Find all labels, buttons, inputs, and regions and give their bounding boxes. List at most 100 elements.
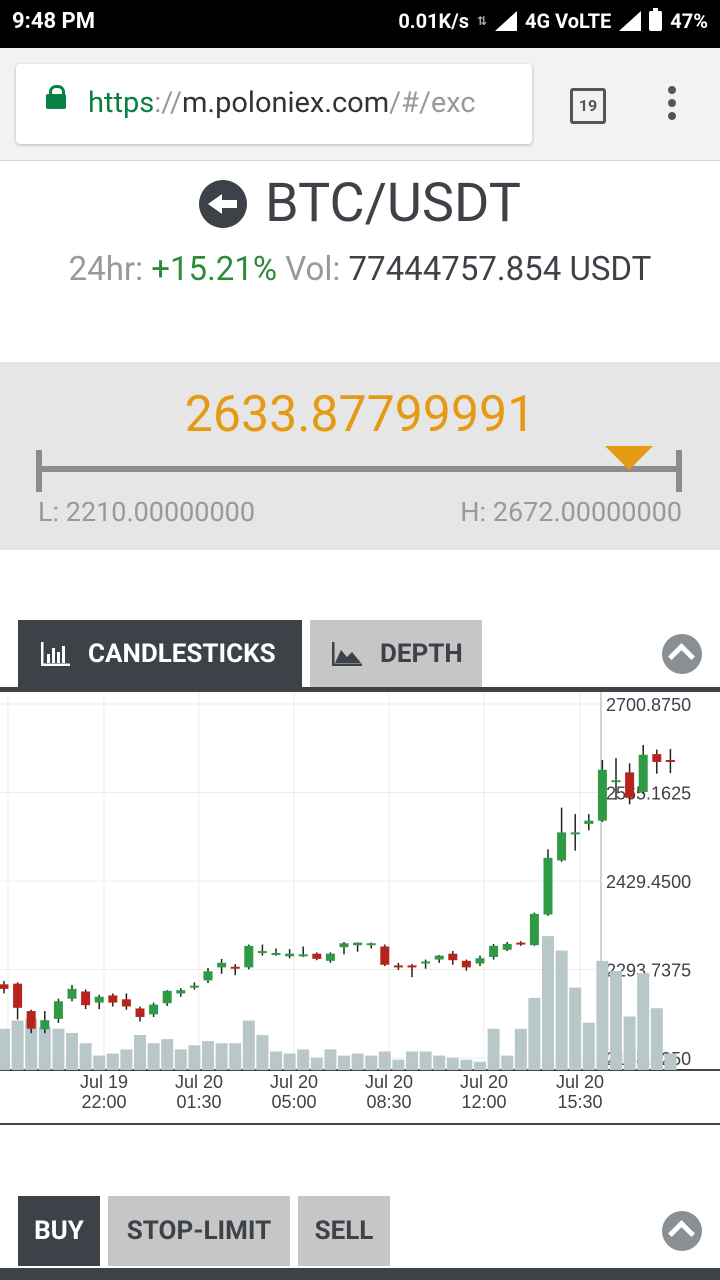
tab-switcher-button[interactable]: 19 <box>570 88 606 124</box>
volume-bar <box>270 1051 282 1070</box>
x-tick-date: Jul 20 <box>175 1072 223 1092</box>
volume-bar <box>501 1055 514 1070</box>
market-header: BTC/USDT <box>0 172 720 242</box>
candle-body <box>570 832 580 835</box>
collapse-chart-icon[interactable] <box>662 634 702 674</box>
candle-body <box>176 990 186 994</box>
candle-body <box>597 769 607 821</box>
url-host: m.poloniex.com <box>182 86 390 120</box>
candle-body <box>380 946 390 965</box>
y-tick-label: 2565.1625 <box>606 784 691 804</box>
volume-bar <box>582 1022 595 1070</box>
x-tick-time: 05:00 <box>271 1092 316 1112</box>
candle-body <box>312 953 322 959</box>
bottom-border <box>0 1268 720 1280</box>
candle-body <box>0 984 9 989</box>
y-tick-label: 2700.8750 <box>606 695 691 715</box>
change-value: +15.21% <box>151 250 278 289</box>
candle-body <box>298 954 308 957</box>
tab-sell[interactable]: SELL <box>298 1196 390 1266</box>
overflow-menu-icon[interactable] <box>668 86 678 125</box>
day-range-bar <box>38 466 682 472</box>
tab-candlesticks-label: CANDLESTICKS <box>88 639 276 669</box>
volume-bar <box>637 973 650 1070</box>
volume-bar <box>623 1016 636 1070</box>
candle-body <box>475 958 485 964</box>
candle-body <box>529 913 539 946</box>
candle-body <box>584 820 594 824</box>
candle-body <box>53 1001 63 1019</box>
x-tick-time: 01:30 <box>176 1092 221 1112</box>
x-tick-date: Jul 20 <box>365 1072 413 1092</box>
volume-bar <box>528 997 541 1070</box>
volume-bar <box>66 1032 78 1070</box>
area-chart-icon <box>332 642 362 666</box>
collapse-trade-icon[interactable] <box>662 1211 702 1251</box>
volume-bar <box>256 1034 269 1070</box>
candle-body <box>149 1004 159 1015</box>
volume-bar <box>433 1055 446 1070</box>
candle-body <box>244 945 254 968</box>
candle-body <box>638 754 648 792</box>
candle-body <box>94 996 104 1003</box>
candle-body <box>230 966 240 969</box>
volume-bar <box>542 936 554 1070</box>
candle-body <box>325 953 335 961</box>
volume-bar <box>283 1053 296 1070</box>
volume-bar <box>93 1055 106 1070</box>
volume-bar <box>460 1059 473 1070</box>
volume-label: Vol: <box>285 250 341 289</box>
volume-bar <box>242 1020 255 1070</box>
candle-body <box>339 943 349 948</box>
volume-bar <box>664 1053 677 1070</box>
volume-bar <box>0 1028 10 1070</box>
status-bar: 9:48 PM 0.01K/s ⇅ 4G VoLTE 47% <box>0 0 720 48</box>
x-tick-date: Jul 19 <box>80 1072 128 1092</box>
volume-bar <box>569 987 582 1070</box>
lock-icon <box>46 85 66 109</box>
candle-body <box>407 965 417 968</box>
candle-body <box>13 983 23 1008</box>
signal-icon <box>495 11 518 31</box>
volume-bar <box>514 1028 527 1070</box>
x-tick-time: 08:30 <box>366 1092 411 1112</box>
volume-bar <box>650 1008 663 1070</box>
volume-bar <box>406 1051 418 1070</box>
range-low-cap <box>36 450 42 492</box>
volume-value: 77444757.854 USDT <box>348 250 652 289</box>
candle-body <box>271 953 281 956</box>
candle-body <box>121 999 131 1007</box>
trade-tabs: BUY STOP-LIMIT SELL <box>0 1196 720 1266</box>
chart-tabs: CANDLESTICKS DEPTH <box>0 620 720 688</box>
last-price: 2633.87799991 <box>184 386 536 444</box>
candle-body <box>108 995 118 1003</box>
candle-body <box>135 1008 145 1017</box>
candle-body <box>203 971 213 981</box>
address-bar[interactable]: https://m.poloniex.com/#/exc <box>16 64 532 144</box>
tab-depth[interactable]: DEPTH <box>310 620 482 688</box>
url-text[interactable]: https://m.poloniex.com/#/exc <box>88 86 528 120</box>
market-stats: 24hr: +15.21% Vol: 77444757.854 USDT <box>0 250 720 289</box>
candle-body <box>257 951 267 954</box>
volume-bar <box>202 1041 214 1070</box>
tab-stop-limit[interactable]: STOP-LIMIT <box>108 1196 290 1266</box>
tab-depth-label: DEPTH <box>380 639 463 669</box>
candle-body <box>26 1011 36 1029</box>
candle-body <box>40 1020 50 1030</box>
back-arrow-icon[interactable] <box>199 179 248 228</box>
volume-bar <box>378 1051 391 1070</box>
volume-bar <box>310 1057 323 1070</box>
network-speed: 0.01K/s <box>398 9 469 33</box>
url-scheme: https <box>88 86 155 120</box>
volume-bar <box>338 1055 350 1070</box>
x-tick-time: 15:30 <box>557 1092 602 1112</box>
volume-bar <box>229 1043 242 1070</box>
candle-body <box>611 780 621 783</box>
tab-candlesticks[interactable]: CANDLESTICKS <box>18 620 302 688</box>
candle-body <box>366 943 376 946</box>
url-path: /#/exc <box>389 86 476 120</box>
tab-buy[interactable]: BUY <box>18 1196 100 1266</box>
candle-body <box>434 955 444 960</box>
candle-body <box>189 985 199 988</box>
candlestick-chart[interactable]: 2700.87502565.16252429.45002293.73752158… <box>0 692 720 1126</box>
